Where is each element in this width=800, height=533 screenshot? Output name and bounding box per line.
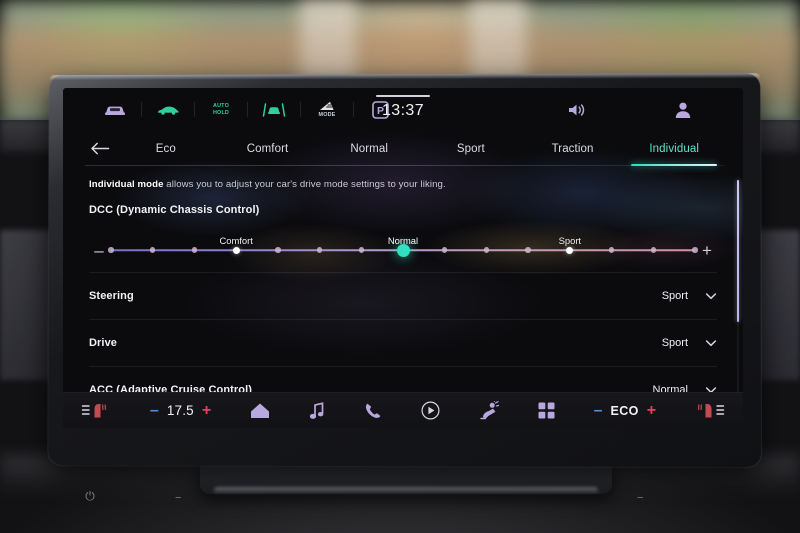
eco-control[interactable]: – ECO +: [594, 402, 657, 419]
row-control[interactable]: Sport: [662, 290, 717, 302]
tab-label: Sport: [456, 142, 485, 155]
chevron-down-icon[interactable]: [705, 337, 717, 349]
volume-icon[interactable]: [551, 95, 603, 125]
phone-icon[interactable]: [364, 402, 382, 420]
bottom-dock: – 17.5 + – ECO +: [63, 392, 743, 428]
row-label: Steering: [89, 290, 134, 302]
dcc-tick-5[interactable]: [316, 247, 323, 253]
dcc-tick-13[interactable]: [650, 247, 657, 253]
left-seat-heating-icon[interactable]: [81, 402, 111, 420]
dcc-slider[interactable]: – + Comfort Normal Sport: [89, 228, 717, 272]
dcc-tick-6[interactable]: [358, 247, 365, 253]
dcc-tick-2[interactable]: [191, 247, 198, 253]
dcc-decrease-button[interactable]: –: [89, 240, 109, 260]
dcc-tick-10[interactable]: [525, 247, 531, 253]
dcc-tick-14[interactable]: [692, 247, 698, 253]
car-front-icon[interactable]: [89, 95, 141, 125]
play-circle-icon[interactable]: [421, 401, 440, 420]
tab-individual[interactable]: Individual: [623, 131, 725, 166]
clock-group: 13:37: [376, 95, 430, 120]
status-icon-group: AUTO HOLD MODE P: [89, 95, 406, 125]
row-drive[interactable]: Drive Sport: [89, 319, 717, 366]
power-button-icon[interactable]: ⏻: [78, 487, 102, 505]
eco-label: ECO: [610, 403, 639, 418]
temp-increase-button[interactable]: +: [202, 402, 211, 419]
trim-mark-left: −: [175, 492, 182, 504]
screen-stand-highlight: [214, 487, 598, 494]
tab-traction[interactable]: Traction: [522, 131, 624, 166]
car-side-eco-icon[interactable]: [142, 95, 194, 125]
dcc-tick-1[interactable]: [149, 247, 156, 253]
drive-mode-tabbar: Eco Comfort Normal Sport Traction Indivi…: [63, 131, 743, 166]
eco-decrease-button[interactable]: –: [594, 402, 603, 419]
content-scrollbar[interactable]: [736, 180, 739, 412]
eco-increase-button[interactable]: +: [647, 402, 656, 419]
tab-label: Comfort: [246, 142, 289, 155]
drive-mode-icon[interactable]: MODE: [301, 95, 353, 125]
row-value: Sport: [661, 337, 688, 349]
dcc-increase-button[interactable]: +: [697, 240, 717, 260]
dcc-tick-label-comfort: Comfort: [219, 235, 253, 246]
tab-label: Traction: [551, 142, 594, 155]
settings-content: Individual mode allows you to adjust you…: [63, 166, 743, 396]
dcc-tick-8[interactable]: [441, 247, 448, 253]
scrollbar-thumb[interactable]: [736, 180, 739, 322]
dcc-tick-label-normal: Normal: [387, 235, 419, 246]
dcc-tick-label-sport: Sport: [558, 235, 582, 246]
auto-hold-icon[interactable]: AUTO HOLD: [195, 95, 247, 125]
home-icon[interactable]: [250, 402, 270, 419]
chevron-down-icon[interactable]: [705, 290, 717, 302]
row-label: Drive: [89, 337, 118, 349]
tab-label: Eco: [155, 142, 176, 155]
dcc-tick-4[interactable]: [275, 247, 281, 253]
tab-sport[interactable]: Sport: [420, 131, 522, 166]
lane-assist-icon[interactable]: [248, 95, 300, 125]
tab-list: Eco Comfort Normal Sport Traction Indivi…: [115, 131, 725, 166]
right-seat-heating-icon[interactable]: [695, 402, 725, 420]
dcc-tick-11[interactable]: [566, 246, 574, 254]
row-value: Sport: [661, 290, 688, 302]
status-right-group: [551, 95, 717, 125]
dcc-tick-12[interactable]: [608, 247, 615, 253]
dcc-track-wrapper[interactable]: Comfort Normal Sport: [108, 228, 698, 272]
user-profile-icon[interactable]: [657, 95, 709, 125]
clock-divider-bar: [376, 95, 430, 97]
apps-grid-icon[interactable]: [538, 402, 555, 419]
mode-description-bold: Individual mode: [89, 179, 164, 190]
tab-comfort[interactable]: Comfort: [217, 131, 319, 166]
mode-description-rest: allows you to adjust your car's drive mo…: [163, 179, 446, 190]
clock-time: 13:37: [381, 101, 425, 119]
tab-eco[interactable]: Eco: [115, 131, 217, 166]
back-button[interactable]: [85, 134, 115, 164]
dcc-title: DCC (Dynamic Chassis Control): [89, 204, 260, 216]
dcc-tick-3[interactable]: [232, 246, 240, 254]
mode-description: Individual mode allows you to adjust you…: [89, 166, 717, 202]
row-control[interactable]: Sport: [662, 337, 717, 349]
temperature-value: 17.5: [166, 403, 194, 418]
music-note-icon[interactable]: [309, 401, 325, 420]
trim-mark-right: −: [637, 492, 644, 504]
tab-label: Individual: [649, 142, 699, 155]
dcc-tick-9[interactable]: [483, 247, 490, 253]
row-steering[interactable]: Steering Sport: [89, 272, 717, 319]
infotainment-screen: AUTO HOLD MODE P 13:37 Eco Comfort Norma…: [63, 88, 743, 428]
tab-normal[interactable]: Normal: [318, 131, 420, 166]
dcc-tick-0[interactable]: [108, 247, 114, 253]
dcc-section: DCC (Dynamic Chassis Control) – + Comfor…: [89, 202, 717, 272]
temp-decrease-button[interactable]: –: [150, 402, 159, 419]
car-assist-icon[interactable]: [479, 401, 499, 420]
status-bar: AUTO HOLD MODE P 13:37: [63, 88, 743, 131]
temperature-control[interactable]: – 17.5 +: [150, 402, 211, 419]
tab-label: Normal: [350, 142, 389, 155]
